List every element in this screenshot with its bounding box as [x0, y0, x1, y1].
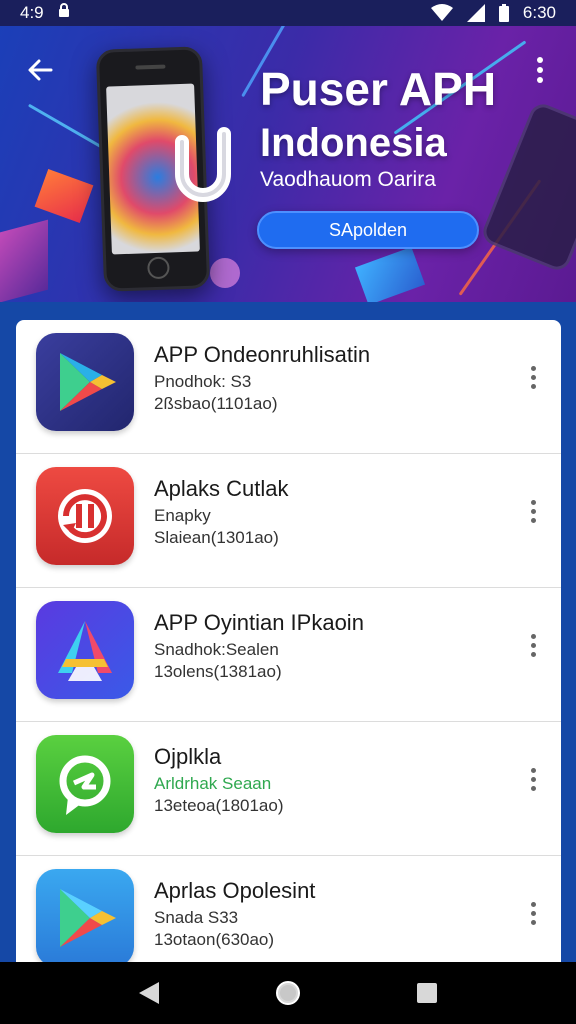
row-more-button[interactable] [521, 630, 545, 660]
home-circle-icon [275, 981, 300, 1005]
list-item[interactable]: APP Ondeonruhlisatin Pnodhok: S3 2ßsbao(… [16, 320, 561, 454]
row-more-button[interactable] [521, 898, 545, 928]
app-meta: 13otaon(630ao) [154, 930, 275, 949]
hero-title-line2: Indonesia [260, 121, 447, 165]
app-name: APP Ondeonruhlisatin [154, 342, 371, 367]
wifi-icon [430, 4, 453, 22]
blue-play-icon [36, 869, 134, 967]
decor-cube [354, 246, 426, 302]
status-clock: 6:30 [522, 3, 556, 22]
nav-home-button[interactable] [266, 971, 310, 1015]
row-more-button[interactable] [521, 362, 545, 392]
recents-square-icon [416, 983, 437, 1003]
app-list: APP Ondeonruhlisatin Pnodhok: S3 2ßsbao(… [16, 320, 561, 980]
hero-banner: Puser APH Indonesia Vaodhauom Oarira SAp… [0, 26, 576, 302]
back-triangle-icon [139, 982, 160, 1004]
status-time: 4:9 [20, 3, 44, 22]
hero-title: Puser APH Indonesia [260, 62, 496, 170]
decor-cube [34, 168, 94, 224]
status-bar: 4:9 6:30 [0, 0, 576, 26]
row-more-button[interactable] [521, 496, 545, 526]
app-subtitle: Snadhok:Sealen [154, 640, 279, 659]
nav-back-button[interactable] [127, 971, 171, 1015]
list-item[interactable]: APP Oyintian IPkaoin Snadhok:Sealen 13ol… [16, 588, 561, 722]
gradient-a-icon [36, 601, 134, 699]
decor-orb [210, 258, 240, 288]
app-subtitle: Snada S33 [154, 908, 239, 927]
app-subtitle: Enapky [154, 506, 211, 525]
row-more-button[interactable] [521, 764, 545, 794]
hero-subtitle: Vaodhauom Oarira [260, 168, 436, 191]
arrow-left-icon [28, 59, 53, 81]
app-meta: 13olens(1381ao) [154, 662, 282, 681]
play-store-icon [36, 333, 134, 431]
hero-title-line1: Puser APH [260, 63, 497, 115]
hero-cta-button[interactable]: SApolden [257, 211, 479, 249]
app-name: Aplaks Cutlak [154, 476, 289, 501]
decor-cube [0, 219, 48, 302]
update-icon [36, 467, 134, 565]
app-name: Aprlas Opolesint [154, 878, 316, 903]
nav-recents-button[interactable] [405, 971, 449, 1015]
lock-icon [58, 3, 70, 23]
back-button[interactable] [20, 50, 60, 90]
list-item[interactable]: Ojplkla Arldrhak Seaan 13eteoa(1801ao) [16, 722, 561, 856]
more-vert-icon [537, 57, 543, 83]
u-logo-icon [175, 127, 231, 202]
app-meta: Slaiean(1301ao) [154, 528, 279, 547]
app-name: APP Oyintian IPkaoin [154, 610, 364, 635]
app-meta: 13eteoa(1801ao) [154, 796, 284, 815]
overflow-menu-button[interactable] [520, 50, 560, 90]
green-refresh-icon [36, 735, 134, 833]
app-name: Ojplkla [154, 744, 222, 769]
app-subtitle: Pnodhok: S3 [154, 372, 252, 391]
app-subtitle: Arldrhak Seaan [154, 774, 272, 793]
battery-icon [498, 4, 509, 22]
signal-icon [466, 4, 485, 22]
system-nav-bar [0, 962, 576, 1024]
app-meta: 2ßsbao(1101ao) [154, 394, 278, 413]
list-item[interactable]: Aplaks Cutlak Enapky Slaiean(1301ao) [16, 454, 561, 588]
